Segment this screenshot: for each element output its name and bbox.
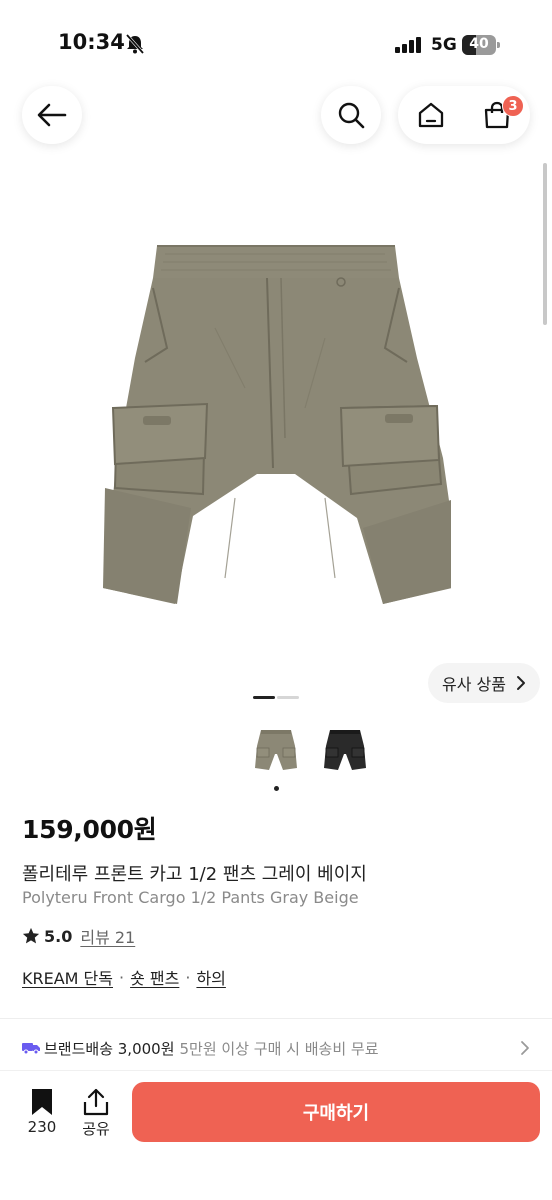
status-bar: 10:34 5G 40	[0, 0, 552, 90]
share-icon	[83, 1088, 109, 1116]
search-button[interactable]	[321, 86, 381, 144]
back-button[interactable]	[22, 86, 82, 144]
tag-kream-exclusive[interactable]: KREAM 단독	[22, 965, 113, 989]
variant-thumb-black[interactable]	[322, 726, 368, 772]
shipping-note: 5만원 이상 구매 시 배송비 무료	[179, 1039, 379, 1058]
home-indicator-area	[0, 1150, 552, 1200]
similar-products-button[interactable]: 유사 상품	[428, 663, 540, 703]
search-icon	[338, 102, 365, 129]
arrow-left-icon	[37, 103, 67, 127]
section-divider	[0, 1018, 552, 1019]
bookmark-icon	[32, 1089, 52, 1115]
share-button[interactable]: 공유	[76, 1086, 116, 1142]
pager-segment	[277, 696, 299, 699]
status-time: 10:34	[58, 30, 125, 54]
product-name-ko: 폴리테루 프론트 카고 1/2 팬츠 그레이 베이지	[22, 864, 367, 885]
chevron-right-icon	[517, 676, 525, 690]
network-label: 5G	[431, 35, 457, 55]
product-image[interactable]	[95, 238, 461, 620]
tag-separator: ·	[119, 967, 125, 987]
truck-icon	[22, 1043, 40, 1055]
bookmark-button[interactable]: 230	[22, 1086, 62, 1142]
pager-segment	[253, 696, 275, 699]
tag-short-pants[interactable]: 숏 팬츠	[130, 965, 179, 989]
rating-row: 5.0 리뷰 21	[22, 925, 135, 947]
tag-separator: ·	[185, 967, 191, 987]
share-label: 공유	[82, 1120, 110, 1138]
nav-icon-group: 3	[398, 86, 530, 144]
home-button[interactable]	[402, 86, 460, 144]
tag-bottoms[interactable]: 하의	[196, 965, 225, 989]
battery-label: 40	[469, 36, 489, 52]
battery-indicator: 40	[462, 35, 500, 55]
rating-value: 5.0	[44, 926, 73, 946]
chevron-right-icon	[521, 1041, 529, 1055]
home-icon	[418, 102, 444, 128]
cart-button[interactable]: 3	[468, 86, 526, 144]
category-tags: KREAM 단독 · 숏 팬츠 · 하의	[22, 965, 226, 989]
scroll-indicator	[543, 163, 547, 325]
variant-thumb-gray-beige[interactable]	[253, 726, 299, 772]
shipping-info-row[interactable]: 브랜드배송 3,000원 5만원 이상 구매 시 배송비 무료	[22, 1036, 532, 1060]
buy-button[interactable]: 구매하기	[132, 1082, 540, 1142]
signal-icon	[395, 37, 423, 57]
cart-count-badge: 3	[502, 95, 524, 117]
product-name-en: Polyteru Front Cargo 1/2 Pants Gray Beig…	[22, 888, 359, 907]
star-icon	[22, 927, 40, 944]
bell-muted-icon	[124, 34, 146, 58]
similar-products-label: 유사 상품	[442, 675, 506, 694]
bookmark-count: 230	[27, 1118, 57, 1136]
selected-variant-dot	[274, 786, 279, 791]
review-link[interactable]: 리뷰 21	[80, 924, 135, 948]
bottom-bar-divider	[0, 1070, 552, 1071]
shipping-label: 브랜드배송 3,000원	[44, 1039, 175, 1058]
product-price: 159,000원	[22, 815, 157, 844]
